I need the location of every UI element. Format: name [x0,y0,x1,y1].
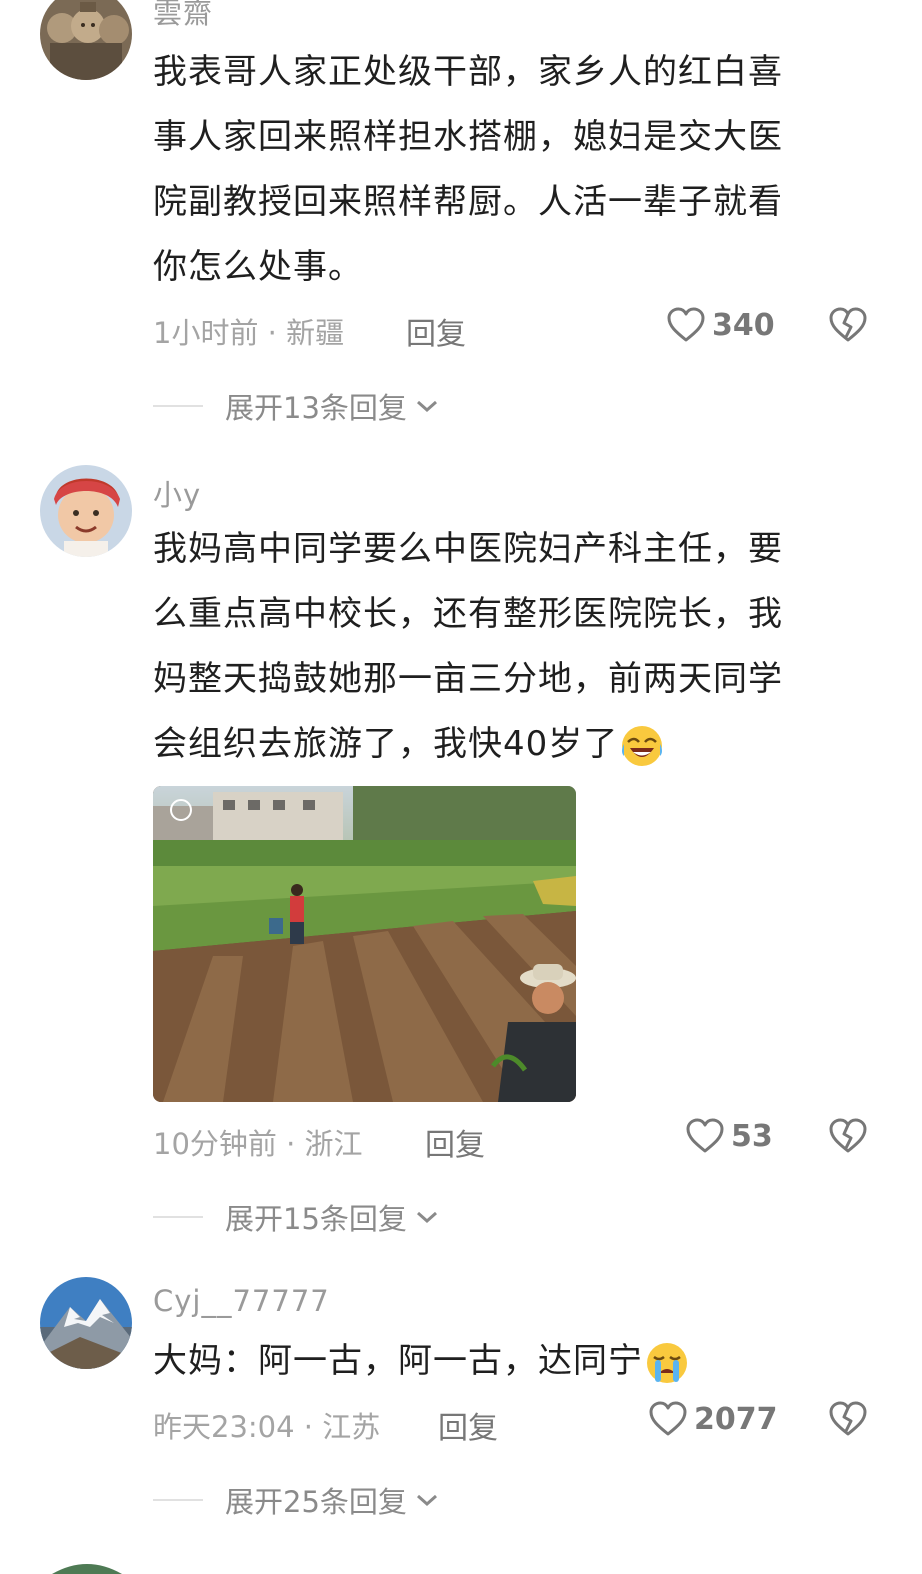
dislike-button[interactable] [828,1400,868,1442]
comment-text: 我表哥人家正处级干部，家乡人的红白喜 事人家回来照样担水搭棚，媳妇是交大医 院副… [153,40,853,300]
farmland-photo-image [153,786,576,1102]
broken-heart-icon [829,1118,867,1153]
comment-card: 雲齋 我表哥人家正处级干部，家乡人的红白喜 事人家回来照样担水搭棚，媳妇是交大医… [0,0,922,440]
like-button[interactable]: 53 [685,1117,773,1155]
expand-replies[interactable]: 展开25条回复 [153,1479,439,1521]
comment-text-line: 会组织去旅游了，我快40岁了 [153,712,853,777]
like-button[interactable]: 2077 [648,1400,778,1438]
comment-text-line: 大妈：阿一古，阿一古，达同宁 [153,1329,853,1394]
comment-text-line: 我妈高中同学要么中医院妇产科主任，要 [153,529,783,569]
divider [153,405,203,407]
chevron-down-icon [416,1494,437,1507]
snow-mountain-avatar [40,1277,132,1369]
username[interactable]: 雲齋 [153,0,213,32]
heart-icon [686,1118,724,1153]
reply-button[interactable]: 回复 [425,1120,485,1164]
reply-button[interactable]: 回复 [438,1403,498,1447]
broken-heart-icon [829,307,867,342]
divider [153,1499,203,1501]
divider [153,1216,203,1218]
like-count: 2077 [694,1401,778,1437]
expand-replies[interactable]: 展开15条回复 [153,1196,439,1238]
comment-text: 我妈高中同学要么中医院妇产科主任，要 么重点高中校长，还有整形医院院长，我 妈整… [153,517,853,777]
heart-icon [649,1401,687,1436]
avatar[interactable] [40,465,132,557]
comment-text-line: 院副教授回来照样帮厨。人活一辈子就看 [153,182,783,222]
comment-text-line: 事人家回来照样担水搭棚，媳妇是交大医 [153,117,783,157]
child-red-hat-avatar [40,465,132,557]
comment-meta: 昨天23:04 · 江苏 [153,1410,381,1444]
comment-text-segment: 会组织去旅游了，我快40岁了 [153,724,619,764]
expand-replies-label: 展开25条回复 [225,1485,407,1519]
avatar[interactable] [40,1277,132,1369]
like-count: 53 [731,1118,773,1154]
reply-button[interactable]: 回复 [406,309,466,353]
comment-text-segment: 大妈：阿一古，阿一古，达同宁 [153,1341,643,1381]
expand-replies-label: 展开15条回复 [225,1202,407,1236]
chevron-down-icon [416,1211,437,1224]
expand-replies-label: 展开13条回复 [225,391,407,425]
like-count: 340 [712,307,775,343]
expand-replies[interactable]: 展开13条回复 [153,385,439,427]
like-button[interactable]: 340 [666,306,775,344]
avatar-partial-image [52,1564,122,1574]
username[interactable]: Cyj__77777 [153,1284,330,1318]
comment-text-line: 你怎么处事。 [153,247,363,287]
dislike-button[interactable] [828,306,868,348]
dislike-button[interactable] [828,1117,868,1159]
broken-heart-icon [829,1401,867,1436]
avatar-partial[interactable] [52,1558,122,1574]
terracotta-warriors-avatar [40,0,132,80]
avatar[interactable] [40,0,132,80]
comment-meta: 1小时前 · 新疆 [153,316,345,350]
comment-text-line: 我表哥人家正处级干部，家乡人的红白喜 [153,52,783,92]
comment-text: 大妈：阿一古，阿一古，达同宁 [153,1329,853,1394]
farmland-photo[interactable] [153,786,576,1102]
username[interactable]: 小y [153,472,201,514]
chevron-down-icon [416,400,437,413]
laughing-crying-emoji [622,725,663,766]
comment-text-line: 妈整天捣鼓她那一亩三分地，前两天同学 [153,659,783,699]
heart-icon [667,307,705,342]
comment-meta: 10分钟前 · 浙江 [153,1127,363,1161]
comment-text-line: 么重点高中校长，还有整形医院院长，我 [153,594,783,634]
crying-emoji [647,1342,687,1383]
